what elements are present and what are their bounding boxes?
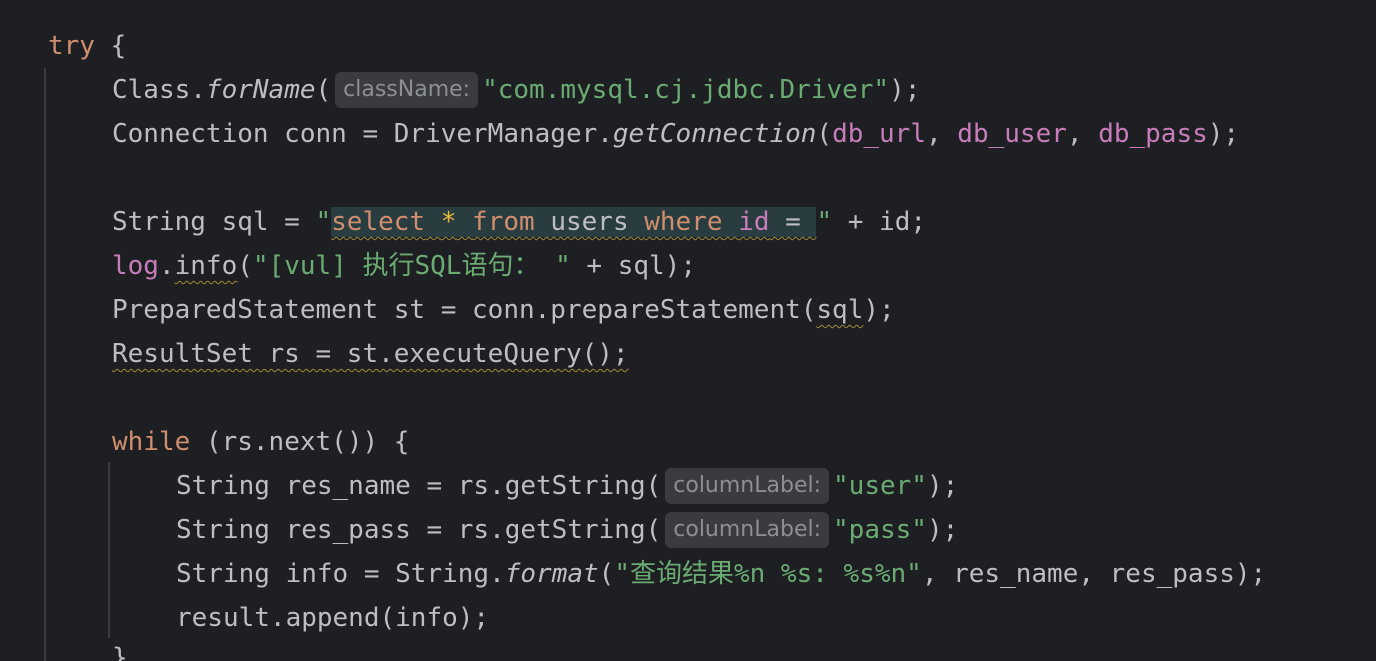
- keyword-try: try: [48, 31, 95, 61]
- code-line-prepared-statement[interactable]: PreparedStatement st = conn.prepareState…: [112, 288, 895, 332]
- code-editor[interactable]: try { Class.forName(className: "com.mysql…: [0, 0, 1376, 661]
- code-line-while[interactable]: while (rs.next()) {: [112, 420, 409, 464]
- field-db-user: db_user: [957, 119, 1067, 149]
- indent-guide-try: [44, 68, 46, 661]
- string-format-pattern: "查询结果%n %s: %s%n": [614, 559, 922, 589]
- code-line-close-brace[interactable]: }: [112, 636, 128, 661]
- code-line-connection[interactable]: Connection conn = DriverManager.getConne…: [112, 112, 1239, 156]
- method-getconnection: getConnection: [612, 119, 817, 149]
- method-forname: forName: [205, 75, 316, 105]
- code-line-res-name[interactable]: String res_name = rs.getString(columnLab…: [176, 464, 958, 508]
- method-info: info: [174, 251, 238, 281]
- code-line-resultset[interactable]: ResultSet rs = st.executeQuery();: [112, 332, 629, 376]
- code-line-class-forname[interactable]: Class.forName(className: "com.mysql.cj.jd…: [112, 68, 920, 112]
- string-log-message: "[vul] 执行SQL语句： ": [252, 251, 571, 281]
- field-db-pass: db_pass: [1098, 119, 1208, 149]
- method-format: format: [504, 559, 599, 589]
- field-log: log: [112, 251, 159, 281]
- resultset-statement: ResultSet rs = st.executeQuery();: [112, 339, 629, 369]
- param-hint-classname: className:: [335, 72, 479, 108]
- indent-guide-while: [108, 462, 110, 638]
- code-line-try[interactable]: try {: [48, 24, 126, 68]
- field-db-url: db_url: [832, 119, 926, 149]
- code-line-info-format[interactable]: String info = String.format("查询结果%n %s: …: [176, 552, 1266, 596]
- string-driver: "com.mysql.cj.jdbc.Driver": [482, 75, 890, 105]
- param-hint-columnlabel: columnLabel:: [665, 468, 830, 504]
- string-pass: "pass": [833, 515, 927, 545]
- param-hint-columnlabel: columnLabel:: [665, 512, 830, 548]
- code-line-result-append[interactable]: result.append(info);: [176, 596, 489, 640]
- sql-injection-fragment[interactable]: select * from users where id =: [331, 207, 817, 237]
- code-line-log-info[interactable]: log.info("[vul] 执行SQL语句： " + sql);: [112, 244, 696, 288]
- code-line-res-pass[interactable]: String res_pass = rs.getString(columnLab…: [176, 508, 958, 552]
- keyword-while: while: [112, 427, 191, 457]
- code-line-sql-string[interactable]: String sql = "select * from users where …: [112, 200, 926, 244]
- arg-sql: sql: [816, 295, 864, 325]
- string-user: "user": [833, 471, 927, 501]
